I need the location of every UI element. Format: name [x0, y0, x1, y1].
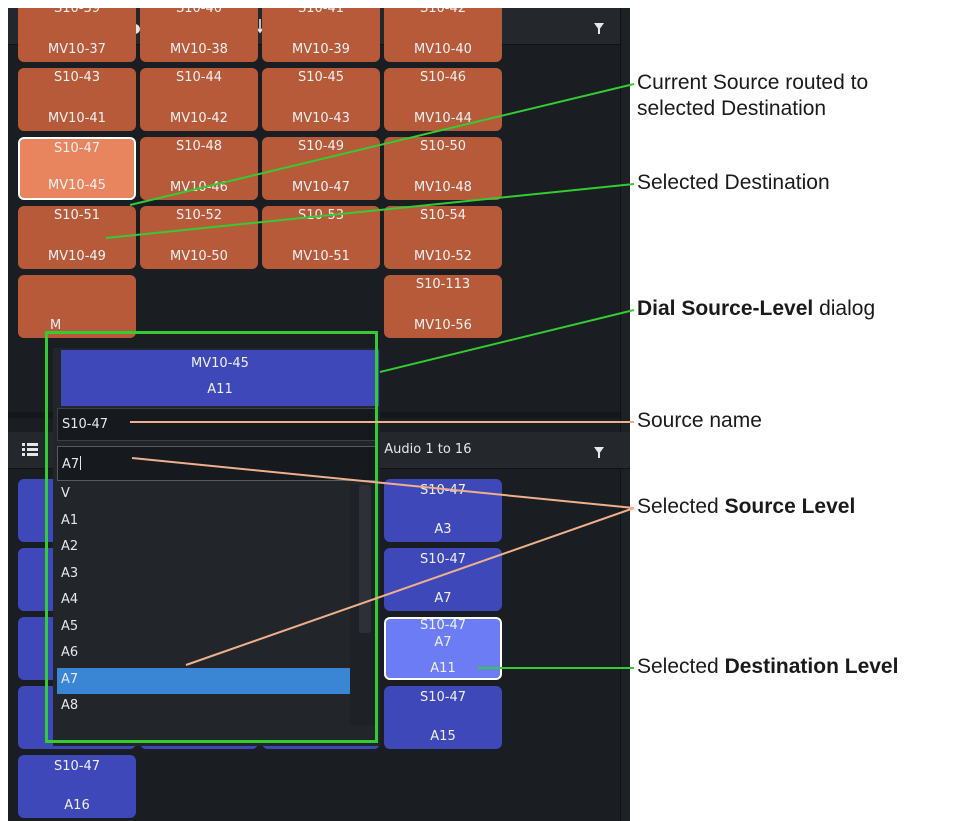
tile-source-name: S10-40: [175, 8, 223, 16]
source-level-tile[interactable]: S10-47 A15: [384, 686, 502, 749]
tile-destination-name: MV10-51: [292, 249, 350, 264]
callout-sel-dst-pre: Selected: [637, 655, 725, 678]
destination-tile[interactable]: S10-46 MV10-44: [384, 68, 502, 131]
destination-tile[interactable]: S10-49 MV10-47: [262, 137, 380, 200]
filter-icon-bottom[interactable]: [594, 447, 604, 458]
tile-destination-name: MV10-42: [170, 111, 228, 126]
source-level-tile[interactable]: S10-47 A3: [384, 479, 502, 542]
destination-tile[interactable]: S10-41 MV10-39: [262, 8, 380, 62]
tile-source-name: S10-47: [53, 759, 101, 774]
tile-source-name: S10-54: [419, 208, 467, 223]
tile-source-name: S10-47: [419, 618, 467, 633]
callout-selected-source-level: Selected Source Level: [637, 494, 855, 520]
tile-source-name: S10-49: [297, 139, 345, 154]
callout-selected-destination-level: Selected Destination Level: [637, 654, 898, 680]
source-level-tile[interactable]: S10-47 A16: [18, 755, 136, 818]
tile-level-name: A16: [64, 798, 90, 813]
tile-destination-name: MV10-39: [292, 42, 350, 57]
tile-source-name: S10-42: [419, 8, 467, 16]
destination-tile[interactable]: S10-43 MV10-41: [18, 68, 136, 131]
callout-sel-src-pre: Selected: [637, 495, 725, 518]
tile-current-level: A7: [434, 635, 452, 650]
tile-source-name: S10-51: [53, 208, 101, 223]
list-view-icon-bottom[interactable]: [20, 441, 40, 459]
source-level-tile[interactable]: S10-47 A7: [384, 548, 502, 611]
tile-level-name: A15: [430, 729, 456, 744]
tile-destination-name: MV10-49: [48, 249, 106, 264]
tile-source-name: S10-47: [53, 141, 101, 156]
tile-source-name: S10-52: [175, 208, 223, 223]
destination-tile[interactable]: S10-44 MV10-42: [140, 68, 258, 131]
destination-tile[interactable]: S10-54 MV10-52: [384, 206, 502, 269]
callout-selected-destination: Selected Destination: [637, 171, 830, 194]
dialog-highlight-frame: [45, 331, 378, 743]
callout-current-source-line2: selected Destination: [637, 97, 827, 121]
destination-tile[interactable]: S10-52 MV10-50: [140, 206, 258, 269]
destination-tile[interactable]: S10-48 MV10-46: [140, 137, 258, 200]
tile-source-name: S10-47: [419, 690, 467, 705]
destination-tile-selected[interactable]: S10-47 MV10-45: [18, 137, 136, 200]
filter-icon[interactable]: [594, 23, 604, 34]
callout-source-name: Source name: [637, 409, 762, 432]
destination-tile[interactable]: S10-45 MV10-43: [262, 68, 380, 131]
tile-source-name: S10-47: [419, 552, 467, 567]
callout-dial-bold: Dial Source-Level: [637, 297, 814, 320]
destination-tile[interactable]: S10-53 MV10-51: [262, 206, 380, 269]
tile-destination-name: MV10-46: [170, 180, 228, 195]
tile-level-name: A11: [430, 661, 456, 676]
tile-destination-name: MV10-43: [292, 111, 350, 126]
level-filter-text[interactable]: , Audio 1 to 16: [376, 442, 471, 457]
destination-tile[interactable]: S10-113 MV10-56: [384, 275, 502, 338]
callout-dial-rest: dialog: [813, 297, 876, 320]
callout-current-source: Current Source routed to selected Destin…: [637, 70, 868, 123]
tile-source-name: S10-50: [419, 139, 467, 154]
tile-destination-name: MV10-47: [292, 180, 350, 195]
destination-tile[interactable]: S10-50 MV10-48: [384, 137, 502, 200]
destination-tile-partial[interactable]: M: [18, 275, 136, 338]
destination-tile[interactable]: S10-51 MV10-49: [18, 206, 136, 269]
tile-destination-name: MV10-50: [170, 249, 228, 264]
destination-tile[interactable]: S10-42 MV10-40: [384, 8, 502, 62]
tile-source-name: S10-43: [53, 70, 101, 85]
tile-source-name: S10-45: [297, 70, 345, 85]
callout-sel-dst-bold: Destination Level: [724, 655, 899, 678]
tile-destination-name: MV10-45: [48, 178, 106, 193]
tile-source-name: S10-48: [175, 139, 223, 154]
tile-destination-name: MV10-52: [414, 249, 472, 264]
destination-tile[interactable]: S10-40 MV10-38: [140, 8, 258, 62]
tile-destination-name: MV10-41: [48, 111, 106, 126]
tile-source-name: S10-47: [419, 483, 467, 498]
tile-destination-name: MV10-37: [48, 42, 106, 57]
destination-tile[interactable]: S10-39 MV10-37: [18, 8, 136, 62]
tile-level-name: A7: [434, 591, 452, 606]
tile-level-name: A3: [434, 522, 452, 537]
tile-destination-name: MV10-56: [414, 318, 472, 333]
callout-current-source-line1: Current Source routed to: [637, 71, 869, 94]
source-level-tile-selected[interactable]: S10-47 A7 A11: [384, 617, 502, 680]
tile-source-name: S10-53: [297, 208, 345, 223]
tile-source-name: S10-39: [53, 8, 101, 16]
tile-source-name: S10-113: [415, 277, 471, 292]
callout-dial-dialog: Dial Source-Level dialog: [637, 296, 875, 322]
tile-destination-name: MV10-44: [414, 111, 472, 126]
tile-source-name: S10-41: [297, 8, 345, 16]
tile-source-name: S10-46: [419, 70, 467, 85]
tile-source-name: S10-44: [175, 70, 223, 85]
tile-destination-name: MV10-48: [414, 180, 472, 195]
tile-destination-name: MV10-40: [414, 42, 472, 57]
tile-destination-name: MV10-38: [170, 42, 228, 57]
side-splitter[interactable]: [620, 8, 630, 821]
callout-sel-src-bold: Source Level: [724, 495, 856, 518]
